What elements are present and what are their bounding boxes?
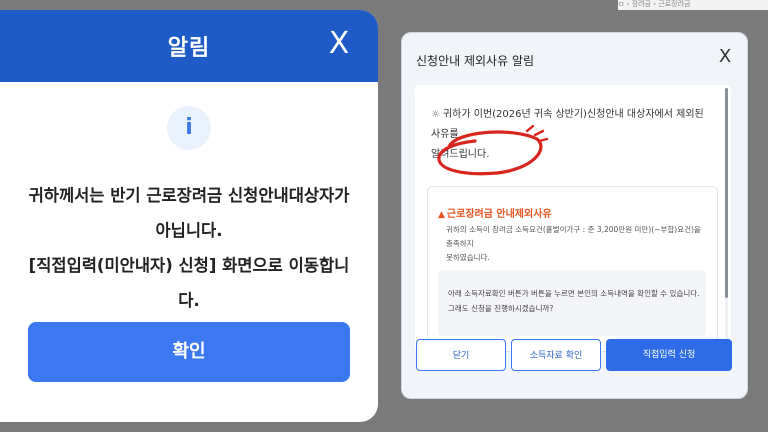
intro-line: 알려드립니다. — [431, 149, 490, 160]
intro-line: 귀하가 이번(2026년 귀속 상반기)신청안내 대상자에서 제외된 사유를 — [431, 109, 704, 140]
intro-text: ☼ 귀하가 이번(2026년 귀속 상반기)신청안내 대상자에서 제외된 사유를 … — [431, 105, 716, 165]
dialog-body: ☼ 귀하가 이번(2026년 귀속 상반기)신청안내 대상자에서 제외된 사유를 … — [415, 85, 731, 352]
close-icon[interactable]: X — [324, 28, 354, 60]
alert-message-line: [직접입력(미안내자) 신청] 화면으로 이동합니다. — [28, 256, 350, 310]
close-button[interactable]: 닫기 — [416, 339, 506, 371]
reason-description-line: 귀하의 소득이 장려금 소득요건(홑벌이가구 : 준 3,200만원 미만)(~… — [446, 225, 701, 248]
reason-card: ▲ 근로장려금 안내제외사유 귀하의 소득이 장려금 소득요건(홑벌이가구 : 준… — [427, 186, 718, 352]
gear-icon: ☼ — [431, 109, 440, 120]
breadcrumb: ㅁ › 장려금 › 근로장려금 — [618, 0, 768, 10]
alert-dialog: 알림 X i 귀하께서는 반기 근로장려금 신청안내대상자가 아닙니다. [직접… — [0, 10, 378, 422]
close-icon[interactable]: X — [715, 46, 735, 68]
scrollbar-thumb[interactable] — [725, 88, 728, 298]
alert-message-line: 아닙니다. — [155, 221, 223, 240]
alert-title: 알림 — [167, 36, 211, 61]
direct-apply-button[interactable]: 직접입력 신청 — [606, 339, 732, 371]
note-line: 아래 소득자료확인 버튼가 버튼을 누르면 본인의 소득내역을 확인할 수 있습… — [448, 289, 700, 298]
info-icon: i — [167, 106, 211, 150]
reason-description-line: 못하였습니다. — [446, 253, 490, 262]
exclusion-reason-dialog: 신청안내 제외사유 알림 X ☼ 귀하가 이번(2026년 귀속 상반기)신청안내… — [401, 32, 748, 399]
alert-message-line: 귀하께서는 반기 근로장려금 신청안내대상자가 — [28, 186, 350, 205]
note-box: 아래 소득자료확인 버튼가 버튼을 누르면 본인의 소득내역을 확인할 수 있습… — [438, 270, 706, 336]
warning-icon: ▲ — [438, 210, 445, 220]
note-text: 아래 소득자료확인 버튼가 버튼을 누르면 본인의 소득내역을 확인할 수 있습… — [448, 286, 700, 316]
reason-title: ▲ 근로장려금 안내제외사유 — [438, 205, 552, 220]
note-line: 그래도 신청을 진행하시겠습니까? — [448, 304, 554, 313]
alert-message: 귀하께서는 반기 근로장려금 신청안내대상자가 아닙니다. [직접입력(미안내자… — [20, 178, 358, 318]
income-check-button[interactable]: 소득자료 확인 — [511, 339, 601, 371]
confirm-button[interactable]: 확인 — [28, 322, 350, 382]
dialog-title: 신청안내 제외사유 알림 — [416, 54, 535, 68]
reason-title-text: 근로장려금 안내제외사유 — [446, 209, 552, 220]
alert-header: 알림 X — [0, 10, 378, 82]
reason-description: 귀하의 소득이 장려금 소득요건(홑벌이가구 : 준 3,200만원 미만)(~… — [446, 223, 708, 265]
